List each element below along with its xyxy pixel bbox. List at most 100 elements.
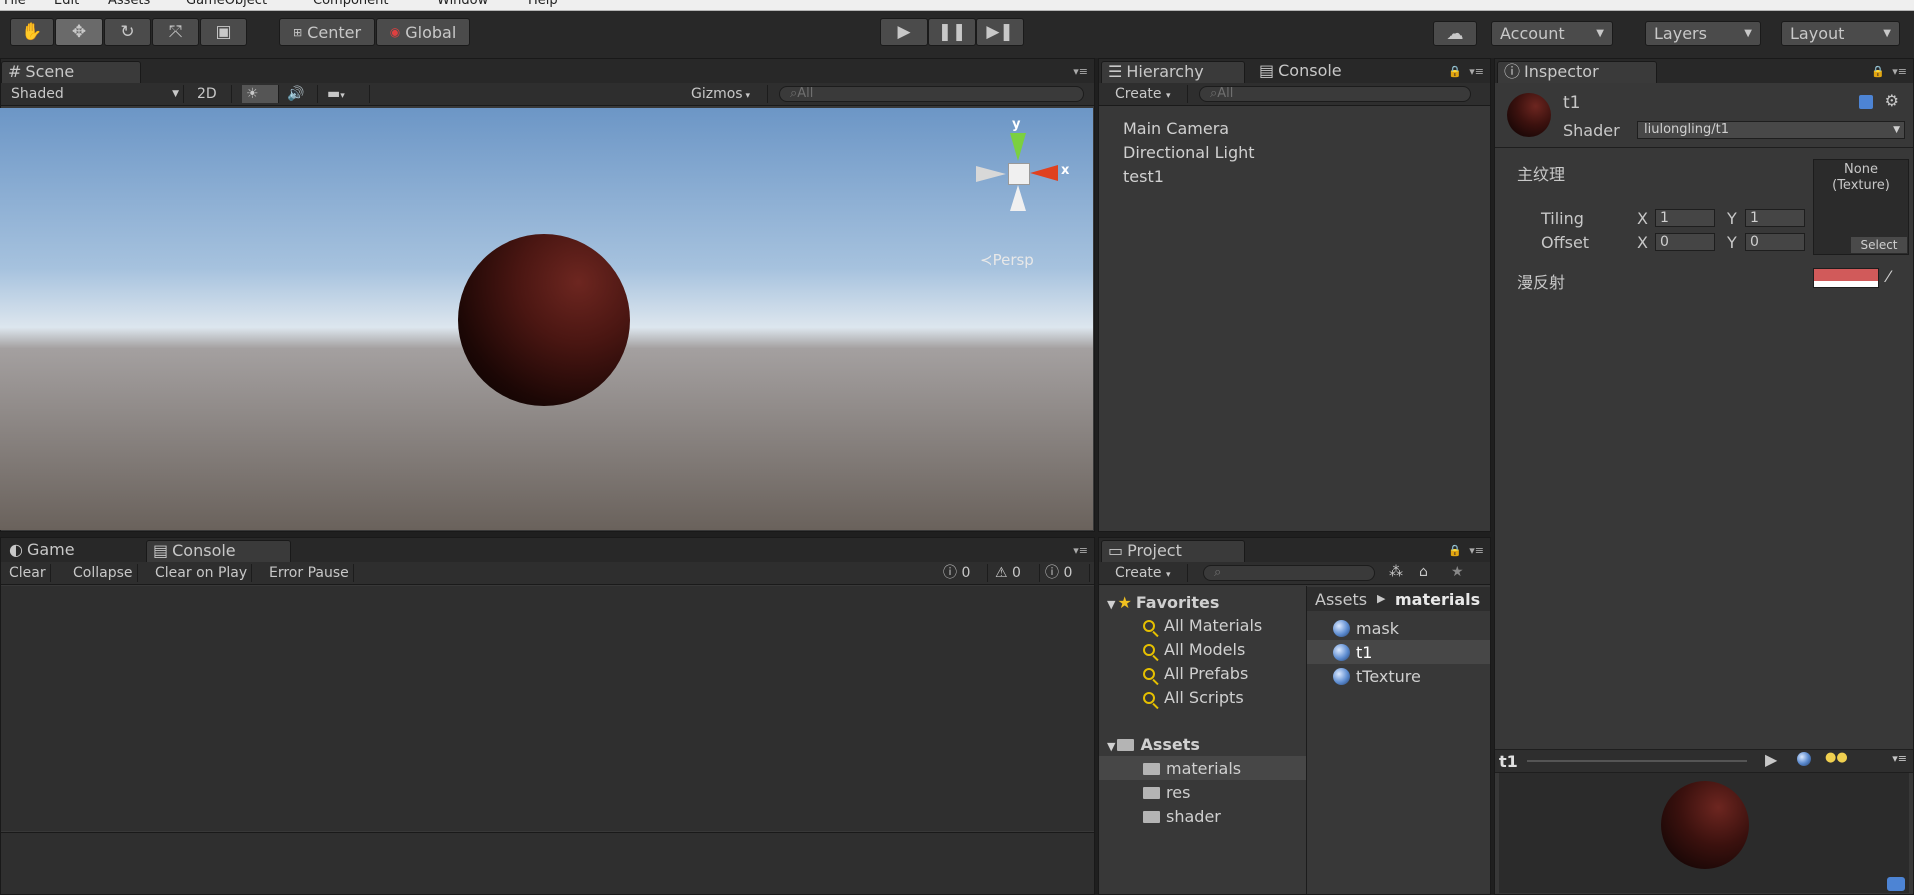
select-texture-button[interactable]: Select: [1851, 237, 1907, 253]
menu-edit[interactable]: Edit: [54, 0, 79, 8]
layers-dropdown[interactable]: Layers ▼: [1645, 21, 1761, 46]
menu-window[interactable]: Window: [437, 0, 488, 8]
x-axis-cone[interactable]: [1030, 165, 1058, 181]
project-search-input[interactable]: ⌕: [1203, 565, 1375, 581]
favorite-item[interactable]: All Models: [1143, 640, 1245, 659]
eyedropper-icon[interactable]: ⁄: [1887, 267, 1890, 286]
filter-label-icon[interactable]: ⌂: [1419, 564, 1428, 580]
menu-help[interactable]: Help: [528, 0, 558, 8]
hierarchy-item[interactable]: Directional Light: [1123, 143, 1255, 162]
panel-menu-icon[interactable]: ▾≡: [1892, 65, 1907, 78]
panel-menu-icon[interactable]: ▾≡: [1469, 65, 1484, 78]
project-create-button[interactable]: Create ▾: [1111, 564, 1188, 582]
filter-type-icon[interactable]: ⁂: [1389, 564, 1403, 580]
sphere-preview-icon[interactable]: [1797, 752, 1811, 766]
lighting-toggle[interactable]: ☀: [242, 85, 279, 103]
cloud-button[interactable]: ☁: [1433, 21, 1477, 46]
move-tool-button[interactable]: ✥: [55, 18, 103, 46]
hierarchy-item[interactable]: Main Camera: [1123, 119, 1229, 138]
collapse-button[interactable]: Collapse: [69, 564, 138, 582]
lock-icon[interactable]: 🔒: [1448, 544, 1462, 557]
light-toggle-icon[interactable]: ●●: [1825, 750, 1848, 765]
step-button[interactable]: ▶❚: [976, 18, 1024, 46]
scene-search-input[interactable]: ⌕All: [779, 86, 1084, 102]
tiling-x-field[interactable]: [1655, 209, 1715, 227]
gizmo-center-cube[interactable]: [1008, 163, 1030, 185]
hierarchy-search-input[interactable]: ⌕All: [1199, 86, 1471, 102]
offset-y-field[interactable]: [1745, 233, 1805, 251]
tab-console[interactable]: ▤ Console: [146, 540, 291, 562]
folder-item-materials[interactable]: materials: [1143, 759, 1241, 778]
audio-toggle[interactable]: 🔊: [283, 85, 318, 103]
tab-project[interactable]: ▭ Project: [1101, 540, 1245, 562]
asset-item-ttexture[interactable]: tTexture: [1333, 667, 1421, 686]
lock-icon[interactable]: 🔒: [1871, 65, 1885, 78]
gear-icon[interactable]: ⚙: [1885, 91, 1899, 110]
breadcrumb-materials[interactable]: materials: [1395, 590, 1480, 609]
rect-tool-button[interactable]: ▣: [200, 18, 247, 46]
play-button[interactable]: ▶: [880, 18, 928, 46]
assets-node[interactable]: ▼ Assets: [1107, 735, 1200, 754]
diffuse-color-field[interactable]: [1813, 268, 1879, 288]
persp-label[interactable]: ≺Persp: [980, 251, 1034, 269]
tab-hierarchy[interactable]: ☰ Hierarchy: [1101, 61, 1245, 83]
pause-button[interactable]: ❚❚: [928, 18, 976, 46]
shading-dropdown[interactable]: Shaded ▼: [7, 85, 184, 103]
layout-dropdown[interactable]: Layout ▼: [1781, 21, 1900, 46]
y-axis-cone[interactable]: [1010, 133, 1026, 161]
neg-x-axis-cone[interactable]: [976, 166, 1006, 182]
offset-x-field[interactable]: [1655, 233, 1715, 251]
favorite-item[interactable]: All Prefabs: [1143, 664, 1248, 683]
texture-slot[interactable]: None (Texture) Select: [1813, 159, 1909, 255]
hierarchy-item[interactable]: test1: [1123, 167, 1164, 186]
shader-dropdown[interactable]: liulongling/t1 ▼: [1637, 121, 1905, 139]
breadcrumb-assets[interactable]: Assets: [1315, 590, 1367, 609]
tab-scene[interactable]: # Scene: [1, 61, 141, 83]
error-pause-button[interactable]: Error Pause: [265, 564, 354, 582]
menu-file[interactable]: File: [4, 0, 26, 8]
warning-count-toggle[interactable]: ⚠ 0: [991, 564, 1040, 582]
panel-menu-icon[interactable]: ▾≡: [1892, 752, 1907, 765]
console-log-area[interactable]: [1, 586, 1094, 831]
account-dropdown[interactable]: Account ▼: [1491, 21, 1613, 46]
tiling-y-field[interactable]: [1745, 209, 1805, 227]
play-icon[interactable]: ▶: [1765, 750, 1777, 769]
pivot-global-button[interactable]: ◉ Global: [376, 18, 470, 46]
tab-console-secondary[interactable]: ▤ Console: [1253, 61, 1373, 83]
asset-item-mask[interactable]: mask: [1333, 619, 1399, 638]
tab-inspector[interactable]: ⓘ Inspector: [1497, 61, 1657, 83]
tab-game[interactable]: ◐ Game: [3, 540, 143, 562]
sphere-object[interactable]: [458, 234, 630, 406]
neg-y-axis-cone[interactable]: [1010, 185, 1026, 211]
menu-component[interactable]: Component: [313, 0, 388, 8]
scene-viewport[interactable]: y x ≺Persp: [0, 108, 1093, 530]
clear-on-play-button[interactable]: Clear on Play: [151, 564, 253, 582]
panel-menu-icon[interactable]: ▾≡: [1073, 65, 1088, 78]
help-icon[interactable]: [1859, 95, 1873, 109]
asset-item-t1[interactable]: t1: [1333, 643, 1372, 662]
star-icon[interactable]: ★: [1451, 564, 1464, 580]
folder-item-res[interactable]: res: [1143, 783, 1190, 802]
menu-gameobject[interactable]: GameObject: [186, 0, 267, 8]
folder-item-shader[interactable]: shader: [1143, 807, 1221, 826]
mode-2d-toggle[interactable]: 2D: [193, 85, 232, 103]
lock-icon[interactable]: 🔒: [1448, 65, 1462, 78]
material-preview[interactable]: [1499, 773, 1909, 893]
clear-button[interactable]: Clear: [5, 564, 51, 582]
info-count-toggle[interactable]: ⓘ 0: [1041, 564, 1090, 582]
asset-label-icon[interactable]: [1887, 877, 1905, 891]
pivot-center-button[interactable]: ⊞ Center: [279, 18, 375, 46]
error-count-toggle[interactable]: ⓘ 0: [939, 564, 988, 582]
hand-tool-button[interactable]: ✋: [10, 18, 54, 46]
menu-assets[interactable]: Assets: [108, 0, 150, 8]
panel-menu-icon[interactable]: ▾≡: [1469, 544, 1484, 557]
scale-tool-button[interactable]: ⤧: [152, 18, 199, 46]
console-detail-area[interactable]: [1, 833, 1094, 894]
favorites-node[interactable]: ▼ ★ Favorites: [1107, 593, 1219, 612]
favorite-item[interactable]: All Scripts: [1143, 688, 1244, 707]
favorite-item[interactable]: All Materials: [1143, 616, 1262, 635]
gizmos-dropdown[interactable]: Gizmos ▾: [687, 85, 768, 103]
preview-drag-bar[interactable]: [1527, 760, 1747, 762]
hierarchy-create-button[interactable]: Create ▾: [1111, 85, 1188, 103]
effects-dropdown[interactable]: ▬▾: [323, 85, 370, 103]
